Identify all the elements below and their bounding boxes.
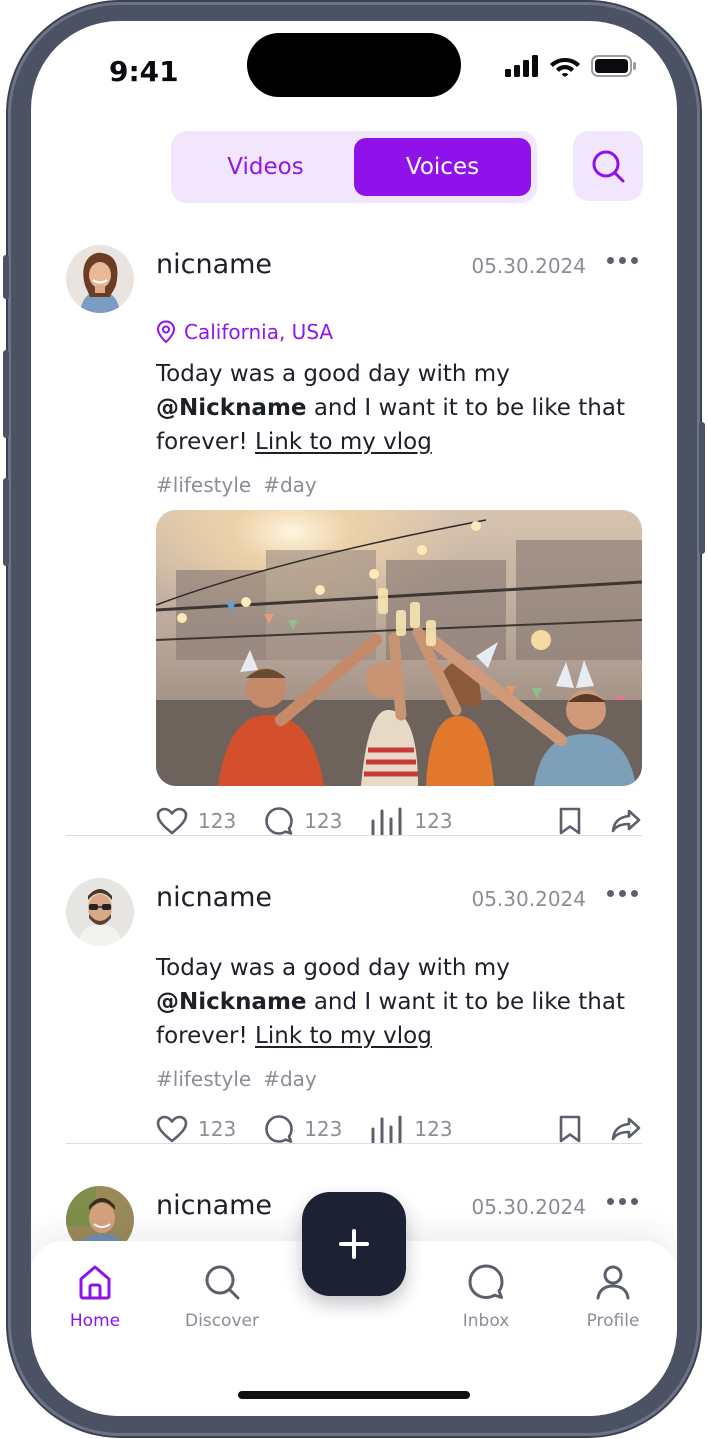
comment-button[interactable]: 123	[264, 806, 342, 836]
views-count: 123	[414, 809, 453, 833]
username[interactable]: nicname	[156, 1190, 272, 1221]
avatar[interactable]	[66, 245, 134, 313]
volume-down-button	[3, 478, 9, 566]
username[interactable]: nicname	[156, 882, 272, 913]
wifi-icon	[550, 58, 580, 77]
share-button[interactable]	[610, 1116, 642, 1142]
post-card: nicname 05.30.2024 Today was a good day …	[66, 878, 642, 1143]
post-card: nicname 05.30.2024 California, USA Today…	[66, 245, 642, 835]
tab-videos[interactable]: Videos	[177, 138, 354, 196]
volume-up-button	[3, 350, 9, 438]
avatar[interactable]	[66, 878, 134, 946]
comment-count: 123	[304, 809, 343, 833]
tag-day[interactable]: #day	[263, 473, 317, 497]
feed-tabs: Videos Voices	[171, 131, 537, 203]
comment-icon	[265, 807, 293, 835]
nav-profile-label: Profile	[586, 1311, 640, 1331]
mention-link[interactable]: @Nickname	[156, 989, 307, 1015]
plus-icon	[339, 1229, 369, 1259]
tag-lifestyle[interactable]: #lifestyle	[156, 1067, 251, 1091]
nav-inbox[interactable]: Inbox	[436, 1263, 536, 1331]
post-tags: #lifestyle #day	[156, 473, 317, 497]
search-button[interactable]	[573, 131, 643, 201]
nav-discover-label: Discover	[185, 1311, 259, 1331]
power-button	[699, 422, 705, 554]
dynamic-island	[247, 33, 461, 97]
post-text: Today was a good day with my @Nickname a…	[156, 357, 648, 459]
bookmark-button[interactable]	[558, 1114, 582, 1144]
views-stat: 123	[370, 807, 453, 835]
battery-icon	[591, 54, 636, 77]
post-text-start: Today was a good day with my	[156, 361, 510, 387]
heart-icon	[156, 1115, 188, 1143]
post-date: 05.30.2024	[471, 254, 586, 278]
username[interactable]: nicname	[156, 249, 272, 280]
comment-icon	[265, 1115, 293, 1143]
heart-icon	[156, 807, 188, 835]
post-tags: #lifestyle #day	[156, 1067, 317, 1091]
like-button[interactable]: 123	[156, 1115, 236, 1143]
home-icon	[79, 1265, 111, 1300]
user-icon	[596, 1265, 630, 1300]
bookmark-button[interactable]	[558, 806, 582, 836]
bookmark-icon	[559, 807, 581, 835]
post-photo[interactable]	[156, 510, 642, 786]
nav-discover[interactable]: Discover	[172, 1263, 272, 1331]
status-icons	[505, 54, 637, 77]
chat-icon	[468, 1264, 504, 1299]
mute-switch	[3, 255, 9, 299]
tag-day[interactable]: #day	[263, 1067, 317, 1091]
views-count: 123	[414, 1117, 453, 1141]
views-stat: 123	[370, 1115, 453, 1143]
like-count: 123	[198, 809, 237, 833]
tag-lifestyle[interactable]: #lifestyle	[156, 473, 251, 497]
bar-chart-icon	[371, 807, 402, 835]
like-button[interactable]: 123	[156, 807, 236, 835]
more-options-icon[interactable]	[607, 257, 638, 264]
post-divider	[66, 835, 642, 836]
search-icon	[205, 1265, 240, 1300]
share-button[interactable]	[610, 808, 642, 834]
post-divider	[66, 1143, 642, 1144]
tab-voices[interactable]: Voices	[354, 138, 531, 196]
bookmark-icon	[559, 1115, 581, 1143]
nav-profile[interactable]: Profile	[563, 1263, 663, 1331]
more-options-icon[interactable]	[607, 890, 638, 897]
post-text-start: Today was a good day with my	[156, 955, 510, 981]
home-indicator	[238, 1391, 470, 1399]
search-icon	[592, 150, 625, 183]
post-date: 05.30.2024	[471, 887, 586, 911]
vlog-link[interactable]: Link to my vlog	[255, 1023, 432, 1049]
post-text: Today was a good day with my @Nickname a…	[156, 951, 648, 1053]
comment-button[interactable]: 123	[264, 1114, 342, 1144]
bar-chart-icon	[371, 1115, 402, 1143]
comment-count: 123	[304, 1117, 343, 1141]
screen: 9:41 Videos Voices nicname 05.30.2024 Ca…	[31, 21, 677, 1416]
status-time: 9:41	[109, 55, 179, 88]
share-icon	[611, 809, 641, 833]
nav-inbox-label: Inbox	[462, 1311, 510, 1331]
location-pin-icon	[156, 320, 176, 344]
create-post-button[interactable]	[302, 1192, 406, 1296]
vlog-link[interactable]: Link to my vlog	[255, 429, 432, 455]
share-icon	[611, 1117, 641, 1141]
post-location[interactable]: California, USA	[156, 320, 333, 344]
signal-icon	[505, 54, 538, 77]
more-options-icon[interactable]	[607, 1198, 638, 1205]
like-count: 123	[198, 1117, 237, 1141]
location-label: California, USA	[184, 320, 334, 344]
nav-home-label: Home	[69, 1311, 121, 1331]
post-date: 05.30.2024	[471, 1195, 586, 1219]
mention-link[interactable]: @Nickname	[156, 395, 307, 421]
nav-home[interactable]: Home	[45, 1263, 145, 1331]
